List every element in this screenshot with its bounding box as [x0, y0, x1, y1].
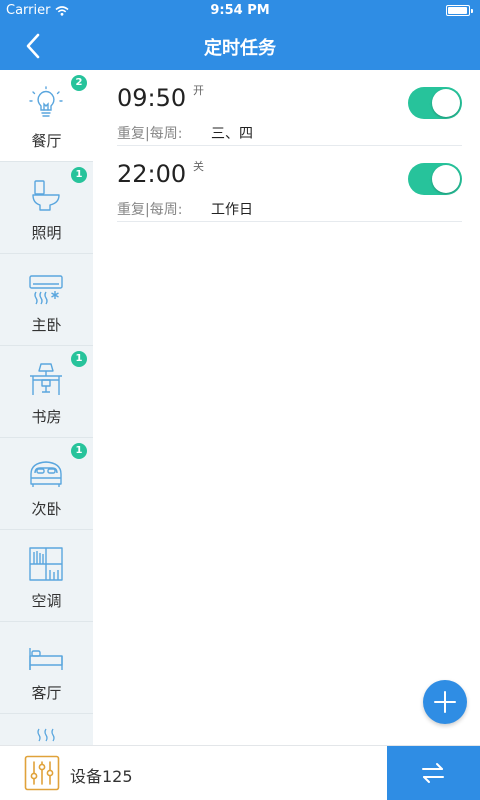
sidebar-item-second-bedroom[interactable]: 1 次卧	[0, 438, 93, 530]
sidebar-item-living-room[interactable]: 客厅	[0, 622, 93, 714]
air-conditioner-icon	[29, 275, 63, 305]
battery-icon	[446, 5, 473, 16]
room-sidebar: 2 餐厅 1 照明 主卧 1 书房 1 次卧 空调 客厅	[0, 70, 93, 745]
task-toggle[interactable]	[408, 87, 462, 119]
sidebar-item-label: 空调	[31, 592, 62, 610]
sidebar-item-label: 次卧	[31, 500, 62, 518]
device-label[interactable]: 设备125	[70, 763, 133, 787]
repeat-days: 工作日	[211, 202, 253, 218]
task-toggle[interactable]	[408, 163, 462, 195]
repeat-label: 重复|每周:	[117, 202, 183, 218]
task-row[interactable]: 22:00 关 重复|每周: 工作日	[117, 146, 462, 222]
repeat-label: 重复|每周:	[117, 126, 183, 142]
add-task-button[interactable]	[423, 680, 467, 724]
sidebar-item-label: 书房	[31, 408, 62, 426]
desk-lamp-icon	[30, 363, 62, 395]
task-list: 09:50 开 重复|每周: 三、四 22:00 关 重复|每周: 工作日	[93, 70, 480, 745]
sidebar-item-master-bedroom[interactable]: 主卧	[0, 254, 93, 346]
sidebar-item-label: 餐厅	[31, 132, 62, 150]
light-bulb-icon	[29, 86, 63, 117]
repeat-days: 三、四	[211, 126, 253, 142]
sidebar-item-study[interactable]: 1 书房	[0, 346, 93, 438]
count-badge: 1	[71, 443, 87, 459]
heat-wave-icon	[37, 728, 55, 742]
task-row[interactable]: 09:50 开 重复|每周: 三、四	[117, 70, 462, 146]
switch-button[interactable]	[387, 746, 480, 800]
toggle-knob	[432, 165, 460, 193]
navbar: 定时任务	[0, 22, 480, 70]
toilet-icon	[32, 180, 60, 211]
task-time: 09:50	[117, 84, 187, 112]
task-time: 22:00	[117, 160, 187, 188]
bottom-bar: 设备125	[0, 745, 480, 800]
task-state: 关	[193, 160, 204, 173]
count-badge: 2	[71, 75, 87, 91]
top-bar: Carrier 9:54 PM 定时任务	[0, 0, 480, 70]
sidebar-item-lighting[interactable]: 1 照明	[0, 162, 93, 254]
status-time: 9:54 PM	[210, 3, 270, 18]
count-badge: 1	[71, 351, 87, 367]
sidebar-item-label: 主卧	[31, 316, 62, 334]
bed-icon	[29, 648, 63, 670]
status-bar: Carrier 9:54 PM	[0, 0, 480, 22]
swap-arrows-icon	[422, 763, 444, 783]
page-title: 定时任务	[204, 38, 276, 59]
bookshelf-icon	[29, 547, 63, 581]
count-badge: 1	[71, 167, 87, 183]
sidebar-item-label: 照明	[31, 224, 62, 242]
task-state: 开	[193, 84, 204, 97]
toggle-knob	[432, 89, 460, 117]
sidebar-item-aircon[interactable]: 空调	[0, 530, 93, 622]
mixer-sliders-icon[interactable]	[24, 755, 60, 791]
sidebar-item-more[interactable]	[0, 714, 93, 744]
sidebar-item-label: 客厅	[31, 684, 62, 702]
back-button[interactable]	[18, 30, 50, 62]
sidebar-item-dining[interactable]: 2 餐厅	[0, 70, 93, 162]
car-bed-icon	[30, 461, 62, 487]
